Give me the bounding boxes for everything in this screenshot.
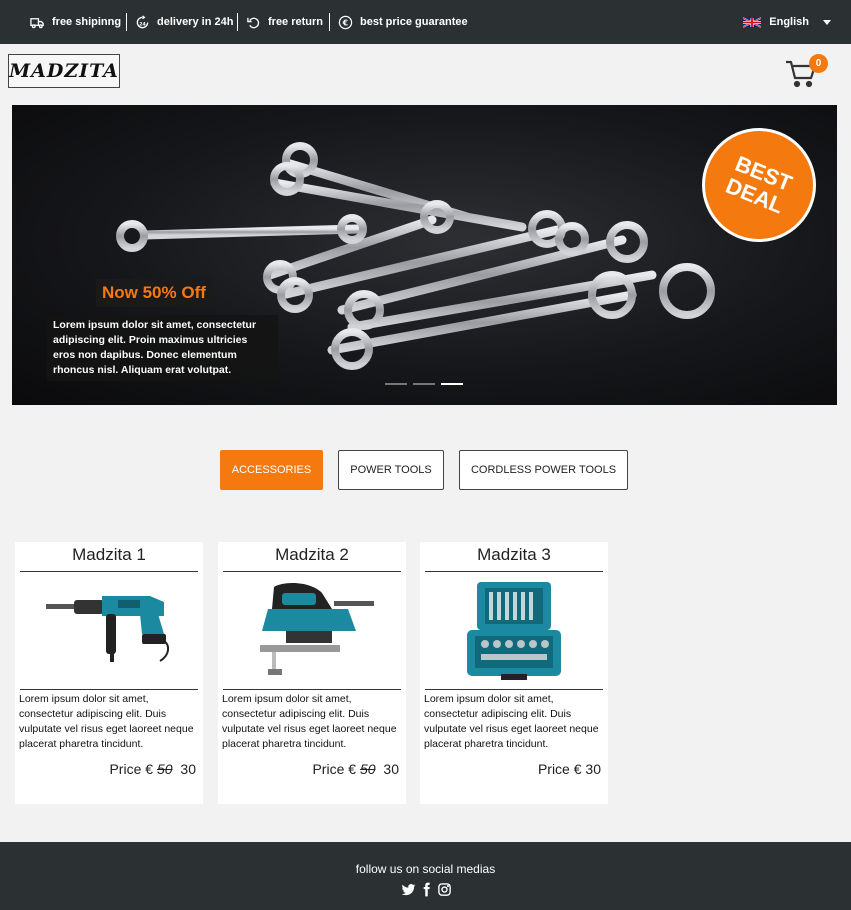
cart-count-badge: 0 <box>809 54 828 73</box>
product-title: Madzita 1 <box>72 545 146 564</box>
product-title: Madzita 3 <box>477 545 551 564</box>
product-price: Price € 50 30 <box>312 761 399 777</box>
currency: € <box>348 761 357 777</box>
currency: € <box>573 761 582 777</box>
perk-free-return: free return <box>246 0 323 44</box>
footer-social-label: follow us on social medias <box>355 862 496 876</box>
carousel-dot[interactable] <box>385 383 407 385</box>
current-price: 30 <box>585 761 601 777</box>
carousel-indicators <box>385 383 463 385</box>
divider <box>126 13 127 31</box>
divider <box>425 571 603 572</box>
product-title: Madzita 2 <box>275 545 349 564</box>
social-links <box>401 882 452 897</box>
price-label: Price <box>312 761 345 777</box>
perk-label: delivery in 24h <box>157 16 234 28</box>
logo[interactable]: MADZITA <box>8 54 120 88</box>
euro-icon: € <box>338 15 353 29</box>
product-price: Price € 50 30 <box>109 761 196 777</box>
facebook-icon[interactable] <box>419 882 434 897</box>
top-bar: free shipinng 24 delivery in 24h free re… <box>0 0 851 44</box>
product-image-tool-case <box>425 575 603 687</box>
old-price: 50 <box>156 761 173 777</box>
language-label: English <box>769 16 809 28</box>
svg-text:€: € <box>342 18 348 27</box>
price-label: Price <box>109 761 142 777</box>
divider <box>223 571 401 572</box>
perk-free-shipping: free shipinng <box>30 0 121 44</box>
hero-description: Lorem ipsum dolor sit amet, consectetur … <box>47 315 278 381</box>
divider <box>20 689 198 690</box>
tab-cordless-power-tools[interactable]: CORDLESS POWER TOOLS <box>459 450 628 490</box>
divider <box>223 689 401 690</box>
currency: € <box>145 761 154 777</box>
instagram-icon[interactable] <box>437 882 452 897</box>
product-image-rotary-hammer <box>20 575 198 687</box>
current-price: 30 <box>180 761 196 777</box>
product-image-jigsaw <box>223 575 401 687</box>
footer: follow us on social medias <box>0 842 851 910</box>
divider <box>20 571 198 572</box>
perk-label: free shipinng <box>52 16 122 28</box>
perk-label: free return <box>268 16 324 28</box>
old-price: 50 <box>359 761 376 777</box>
perk-label: best price guarantee <box>360 16 468 28</box>
carousel-dot[interactable] <box>413 383 435 385</box>
tab-power-tools[interactable]: POWER TOOLS <box>338 450 444 490</box>
tool-case-set-image <box>467 582 561 680</box>
promo-heading: Now 50% Off <box>96 279 212 307</box>
hero-carousel[interactable]: BEST DEAL Now 50% Off Lorem ipsum dolor … <box>12 105 837 405</box>
truck-icon <box>30 17 44 28</box>
product-description: Lorem ipsum dolor sit amet, consectetur … <box>222 693 397 750</box>
product-card[interactable]: Madzita 2 Lorem ipsum dolor sit amet, co… <box>218 542 406 804</box>
cart-button[interactable]: 0 <box>785 54 833 92</box>
product-price: Price € 30 <box>538 761 601 777</box>
jigsaw-image <box>260 583 374 675</box>
product-description: Lorem ipsum dolor sit amet, consectetur … <box>424 693 599 750</box>
product-description: Lorem ipsum dolor sit amet, consectetur … <box>19 693 194 750</box>
divider <box>237 13 238 31</box>
rotary-hammer-drill-image <box>46 596 170 662</box>
clock-24-icon: 24 <box>136 14 149 28</box>
return-arrow-icon <box>247 17 260 28</box>
perk-best-price: € best price guarantee <box>338 0 468 44</box>
tab-accessories[interactable]: ACCESSORIES <box>220 450 323 490</box>
uk-flag-icon <box>743 16 762 28</box>
price-label: Price <box>537 761 570 777</box>
caret-down-icon <box>823 19 831 25</box>
divider <box>425 689 603 690</box>
carousel-dot-active[interactable] <box>441 383 463 385</box>
product-card[interactable]: Madzita 1 Lorem ipsum dolor sit amet, co… <box>15 542 203 804</box>
twitter-icon[interactable] <box>401 882 416 897</box>
product-card[interactable]: Madzita 3 Lorem ipsum dolor sit amet, co… <box>420 542 608 804</box>
divider <box>329 13 330 31</box>
svg-text:24: 24 <box>139 21 146 27</box>
current-price: 30 <box>383 761 399 777</box>
perk-delivery: 24 delivery in 24h <box>135 0 233 44</box>
language-selector[interactable]: English <box>743 0 831 44</box>
